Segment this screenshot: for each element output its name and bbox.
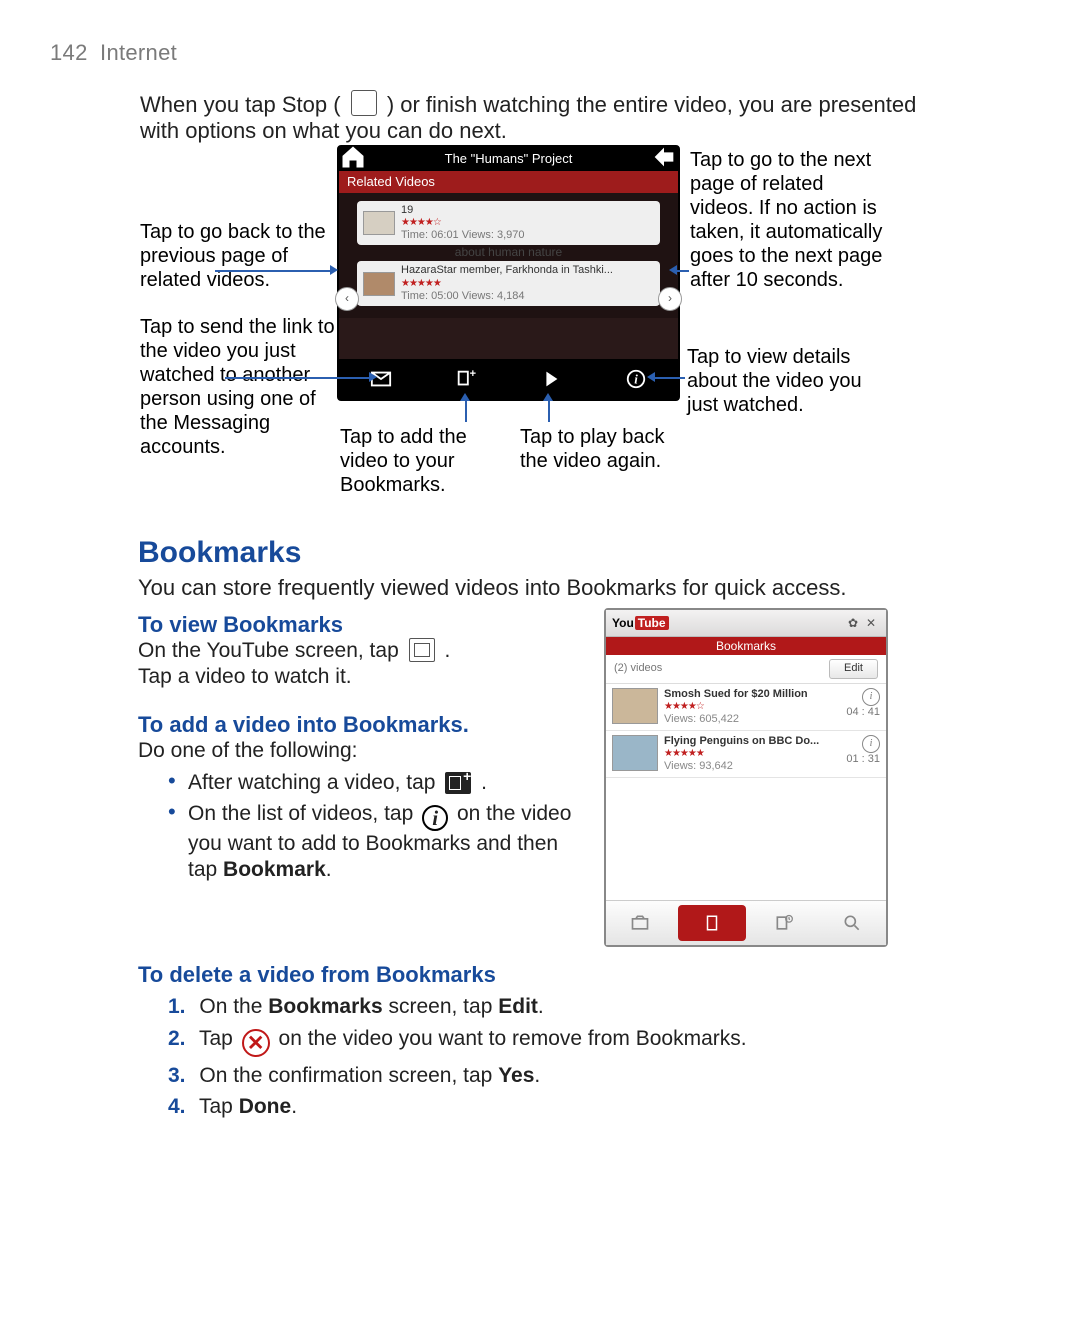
figure-bookmarks-screen: YouTube ✿ ✕ Bookmarks (2) videos Edit Sm…	[604, 608, 888, 947]
bookmark-item-2: Flying Penguins on BBC Do... ★★★★★ Views…	[606, 731, 886, 778]
section-title: Internet	[100, 40, 177, 65]
youtube-logo: YouTube	[612, 616, 669, 630]
info-icon: i	[593, 359, 678, 399]
bookmarks-description: You can store frequently viewed videos i…	[138, 575, 918, 601]
add-b1-b: .	[481, 771, 487, 794]
del-s3-a: On the confirmation screen, tap	[199, 1064, 492, 1087]
callout-prev-page: Tap to go back to the previous page of r…	[140, 220, 330, 292]
figure-related-videos: The "Humans" Project Related Videos 19 ★…	[0, 135, 1080, 505]
tab-history-icon	[750, 901, 818, 945]
bm2-title: Flying Penguins on BBC Do...	[664, 735, 846, 748]
add-bookmark-icon	[445, 772, 471, 794]
callout-next-page: Tap to go to the next page of related vi…	[690, 148, 885, 292]
svg-text:+: +	[470, 368, 476, 380]
del-s1-a: On the	[199, 995, 262, 1018]
del-s4-c: .	[291, 1095, 297, 1118]
del-s2-a: Tap	[199, 1027, 233, 1050]
related-subtitle: about human nature	[343, 245, 674, 259]
bm1-views: Views: 605,422	[664, 713, 846, 726]
del-s1-d: Edit	[498, 995, 538, 1018]
related-meta-2: Time: 05:00 Views: 4,184	[401, 290, 613, 303]
delete-bookmark-block: To delete a video from Bookmarks 1. On t…	[138, 962, 938, 1126]
bm1-duration: 04 : 41	[846, 706, 880, 719]
rating-stars: ★★★★☆	[401, 217, 525, 229]
bm1-title: Smosh Sued for $20 Million	[664, 688, 846, 701]
related-item-2: HazaraStar member, Farkhonda in Tashki..…	[357, 261, 660, 305]
tab-videos-icon	[606, 901, 674, 945]
callout-video-details: Tap to view details about the video you …	[687, 345, 882, 417]
rating-stars: ★★★★★	[664, 748, 846, 760]
add-lead: Do one of the following:	[138, 738, 578, 763]
delete-heading: To delete a video from Bookmarks	[138, 962, 938, 988]
callout-add-bookmark: Tap to add the video to your Bookmarks.	[340, 425, 500, 497]
del-s3-c: .	[534, 1064, 540, 1087]
add-bookmark-heading: To add a video into Bookmarks.	[138, 712, 578, 738]
view-text-b: .	[444, 639, 450, 662]
view-text-a: On the YouTube screen, tap	[138, 639, 399, 662]
mail-icon	[339, 359, 424, 399]
bm2-views: Views: 93,642	[664, 760, 846, 773]
del-s3-b: Yes	[498, 1064, 534, 1087]
add-bookmark-block: To add a video into Bookmarks. Do one of…	[138, 712, 578, 888]
home-icon	[339, 143, 367, 175]
del-s4-b: Done	[239, 1095, 292, 1118]
info-icon: i	[862, 735, 880, 753]
del-s1-c: screen, tap	[388, 995, 492, 1018]
bookmark-item-1: Smosh Sued for $20 Million ★★★★☆ Views: …	[606, 684, 886, 731]
del-s1-e: .	[538, 995, 544, 1018]
thumbnail-icon	[363, 211, 395, 235]
delete-icon: ✕	[242, 1029, 270, 1057]
tab-bookmarks-icon	[678, 905, 746, 941]
bottom-tabbar	[606, 900, 886, 945]
related-title-2: HazaraStar member, Farkhonda in Tashki..…	[401, 264, 613, 277]
add-b2-bold: Bookmark	[223, 858, 326, 881]
del-s2-b: on the video you want to remove from Boo…	[279, 1027, 747, 1050]
thumbnail-icon	[612, 688, 658, 724]
gear-icon: ✿	[844, 616, 862, 630]
related-videos-header: Related Videos	[339, 171, 678, 193]
add-b2-c: .	[326, 858, 332, 881]
callout-send-link: Tap to send the link to the video you ju…	[140, 315, 340, 459]
page-number: 142	[50, 40, 88, 65]
thumbnail-icon	[612, 735, 658, 771]
related-title-1: 19	[401, 204, 525, 217]
close-icon: ✕	[862, 616, 880, 630]
screenshot-title: The "Humans" Project	[367, 151, 650, 167]
svg-text:i: i	[634, 373, 638, 387]
tab-search-icon	[818, 901, 886, 945]
intro-text-a: When you tap Stop (	[140, 92, 341, 117]
bm2-duration: 01 : 31	[846, 753, 880, 766]
related-item-1: 19 ★★★★☆ Time: 06:01 Views: 3,970	[357, 201, 660, 245]
page-header: 142 Internet	[50, 40, 177, 66]
view-bookmarks-heading: To view Bookmarks	[138, 612, 578, 638]
stop-icon	[351, 90, 377, 116]
del-s1-b: Bookmarks	[268, 995, 382, 1018]
thumbnail-icon	[363, 272, 395, 296]
edit-button: Edit	[829, 659, 878, 678]
bookmarks-tab-icon	[409, 638, 435, 662]
add-b2-a: On the list of videos, tap	[188, 802, 413, 825]
back-icon	[650, 143, 678, 175]
bookmarks-heading: Bookmarks	[138, 535, 301, 571]
video-count: (2) videos	[614, 662, 662, 675]
view-bookmarks-block: To view Bookmarks On the YouTube screen,…	[138, 612, 578, 689]
info-icon: i	[862, 688, 880, 706]
next-page-button: ›	[658, 287, 682, 311]
callout-play-again: Tap to play back the video again.	[520, 425, 690, 473]
del-s4-a: Tap	[199, 1095, 233, 1118]
bookmarks-tab-label: Bookmarks	[606, 637, 886, 655]
phone-screenshot: The "Humans" Project Related Videos 19 ★…	[337, 145, 680, 401]
prev-page-button: ‹	[335, 287, 359, 311]
screenshot-toolbar: + i	[339, 359, 678, 399]
rating-stars: ★★★★☆	[664, 701, 846, 713]
related-meta-1: Time: 06:01 Views: 3,970	[401, 229, 525, 242]
rating-stars: ★★★★★	[401, 278, 613, 290]
view-text-c: Tap a video to watch it.	[138, 664, 578, 689]
add-b1-a: After watching a video, tap	[188, 771, 435, 794]
info-icon: i	[422, 805, 448, 831]
